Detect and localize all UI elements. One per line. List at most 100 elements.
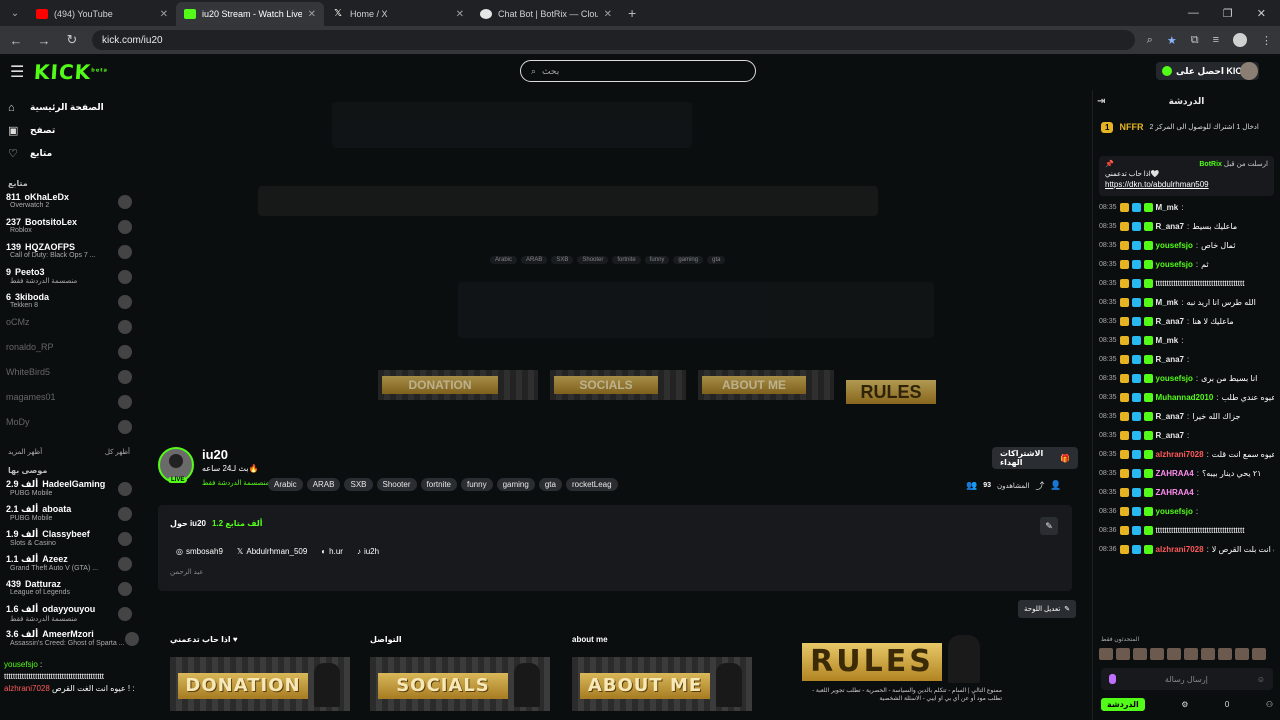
- message-username[interactable]: R_ana7: [1156, 355, 1184, 364]
- user-settings-icon[interactable]: 👤: [1050, 480, 1061, 491]
- sidebar-channel-recommended[interactable]: 439 Datturaz League of Legends: [0, 579, 140, 599]
- show-all-link[interactable]: أظهر كل: [105, 448, 130, 456]
- edit-about-button[interactable]: ✎: [1040, 517, 1058, 535]
- rewards-icon[interactable]: ⚇: [1266, 700, 1273, 709]
- message-username[interactable]: ZAHRAA4: [1156, 469, 1194, 478]
- sidebar-item-home[interactable]: ⌂ الصفحة الرئيسية: [8, 96, 132, 119]
- back-icon[interactable]: ←: [8, 33, 24, 48]
- profile-icon[interactable]: [1233, 33, 1247, 47]
- tag-pill[interactable]: SXB: [344, 478, 373, 491]
- url-field[interactable]: kick.com/iu20: [92, 30, 1135, 50]
- media-icon[interactable]: ≡: [1213, 34, 1219, 46]
- social-link[interactable]: 𝕏 Abdulrhman_509: [237, 547, 307, 556]
- social-link[interactable]: ◎ smbosah9: [176, 547, 223, 556]
- emote[interactable]: [1201, 648, 1215, 660]
- sidebar-channel-recommended[interactable]: 3.6 ألف AmeerMzori Assassin's Creed: Ghost…: [0, 629, 140, 649]
- mic-icon[interactable]: [1109, 674, 1116, 684]
- pinned-link[interactable]: https://dkn.to/abdulrhman509: [1105, 180, 1268, 189]
- message-username[interactable]: M_mk: [1156, 336, 1179, 345]
- sidebar-item-browse[interactable]: ▣ تصفح: [8, 119, 132, 142]
- message-username[interactable]: R_ana7: [1156, 317, 1184, 326]
- tag-pill[interactable]: gta: [538, 478, 562, 491]
- emote[interactable]: [1150, 648, 1164, 660]
- emote[interactable]: [1252, 648, 1266, 660]
- user-avatar[interactable]: [1240, 62, 1258, 80]
- message-username[interactable]: yousefsjo: [1156, 374, 1193, 383]
- message-username[interactable]: alzhrani7028: [1156, 450, 1204, 459]
- zoom-icon[interactable]: ⌕: [1147, 34, 1153, 47]
- chat-input[interactable]: إرسال رسالة ☺: [1101, 668, 1273, 690]
- sidebar-channel-offline[interactable]: WhiteBird5: [0, 367, 140, 384]
- panel-about-me[interactable]: ABOUT ME: [572, 657, 752, 711]
- sidebar-channel-bootsitolex[interactable]: 237 BootsitoLex Roblox: [0, 217, 140, 237]
- emote[interactable]: [1218, 648, 1232, 660]
- reload-icon[interactable]: ↻: [64, 32, 80, 48]
- message-username[interactable]: Muhannad2010: [1156, 393, 1214, 402]
- tag-pill[interactable]: ARAB: [306, 478, 341, 491]
- sidebar-item-following[interactable]: ♡ متابع: [8, 142, 132, 165]
- message-username[interactable]: M_mk: [1156, 203, 1179, 212]
- kick-logo[interactable]: KICKbeta: [34, 60, 110, 84]
- panel-donation[interactable]: DONATION: [170, 657, 350, 711]
- close-icon[interactable]: ✕: [604, 9, 612, 20]
- minimize-icon[interactable]: —: [1188, 7, 1199, 20]
- sidebar-channel-offline[interactable]: magames01: [0, 392, 140, 409]
- emote[interactable]: [1099, 648, 1113, 660]
- close-icon[interactable]: ✕: [160, 9, 168, 20]
- sidebar-channel-recommended[interactable]: 1.1 ألف Azeez Grand Theft Auto V (GTA) ...: [0, 554, 140, 574]
- emote[interactable]: [1133, 648, 1147, 660]
- emote[interactable]: [1184, 648, 1198, 660]
- send-button[interactable]: الدردشة: [1101, 697, 1145, 711]
- sidebar-channel-3kiboda[interactable]: 6 3kiboda Tekken 8: [0, 292, 140, 312]
- browser-tab-kick[interactable]: iu20 Stream - Watch Live on Ki ✕: [176, 2, 324, 26]
- tag-pill[interactable]: funny: [461, 478, 493, 491]
- browser-tab-botrix[interactable]: Chat Bot | BotRix — Cloud Strea ✕: [472, 2, 620, 26]
- sidebar-channel-recommended[interactable]: 1.9 ألف Classybeef Slots & Casino: [0, 529, 140, 549]
- close-window-icon[interactable]: ✕: [1257, 7, 1266, 20]
- message-username[interactable]: yousefsjo: [1156, 507, 1193, 516]
- social-link[interactable]: ◐ h.ur: [321, 547, 343, 556]
- sidebar-channel-offline[interactable]: ronaldo_RP: [0, 342, 140, 359]
- hamburger-menu-icon[interactable]: ☰: [10, 62, 24, 82]
- maximize-icon[interactable]: ❐: [1223, 7, 1233, 20]
- sidebar-channel-recommended[interactable]: 2.1 ألف aboata PUBG Mobile: [0, 504, 140, 524]
- emote[interactable]: [1116, 648, 1130, 660]
- message-username[interactable]: R_ana7: [1156, 431, 1184, 440]
- message-username[interactable]: ZAHRAA4: [1156, 488, 1194, 497]
- message-username[interactable]: R_ana7: [1156, 412, 1184, 421]
- message-username[interactable]: yousefsjo: [1156, 260, 1193, 269]
- tag-pill[interactable]: rocketLeag: [565, 478, 618, 491]
- new-tab-button[interactable]: +: [620, 5, 644, 21]
- menu-icon[interactable]: ⋮: [1261, 34, 1272, 47]
- share-icon[interactable]: ⤴: [1035, 479, 1044, 492]
- collapse-chat-icon[interactable]: ⇥: [1097, 96, 1105, 107]
- search-input[interactable]: ⌕ بحث: [520, 60, 756, 82]
- bookmark-star-icon[interactable]: ★: [1167, 34, 1177, 47]
- panel-socials[interactable]: SOCIALS: [370, 657, 550, 711]
- gift-subs-button[interactable]: الاشتراكات الهداء 🎁: [992, 447, 1078, 469]
- sidebar-channel-okhaledx[interactable]: 811 oKhaLeDx Overwatch 2: [0, 192, 140, 212]
- show-more-link[interactable]: أظهر المزيد: [8, 448, 42, 456]
- sidebar-channel-hqzaofps[interactable]: 139 HQZAOFPS Call of Duty: Black Ops 7 ...: [0, 242, 140, 262]
- tag-pill[interactable]: gaming: [496, 478, 535, 491]
- emote[interactable]: [1167, 648, 1181, 660]
- forward-icon[interactable]: →: [36, 33, 52, 48]
- tab-search-icon[interactable]: ⌄: [4, 2, 26, 24]
- pin-icon[interactable]: 📌: [1105, 160, 1114, 168]
- sidebar-channel-offline[interactable]: oCMz: [0, 317, 140, 334]
- extensions-icon[interactable]: ⧉: [1191, 34, 1199, 47]
- settings-icon[interactable]: ⚙: [1181, 700, 1188, 709]
- emote[interactable]: [1235, 648, 1249, 660]
- emoji-icon[interactable]: ☺: [1257, 675, 1265, 684]
- message-username[interactable]: M_mk: [1156, 298, 1179, 307]
- message-username[interactable]: yousefsjo: [1156, 241, 1193, 250]
- close-icon[interactable]: ✕: [456, 9, 464, 20]
- tag-pill[interactable]: fortnite: [420, 478, 457, 491]
- sidebar-channel-recommended[interactable]: 1.6 ألف odayyouyou منصسمة الدردشة فقط: [0, 604, 140, 624]
- tag-pill[interactable]: Arabic: [268, 478, 303, 491]
- sidebar-channel-peeto3[interactable]: 9 Peeto3 منصسمة الدردشة فقط: [0, 267, 140, 287]
- browser-tab-x[interactable]: 𝕏 Home / X ✕: [324, 2, 472, 26]
- close-icon[interactable]: ✕: [308, 9, 316, 20]
- message-username[interactable]: R_ana7: [1156, 222, 1184, 231]
- sidebar-channel-offline[interactable]: MoDy: [0, 417, 140, 434]
